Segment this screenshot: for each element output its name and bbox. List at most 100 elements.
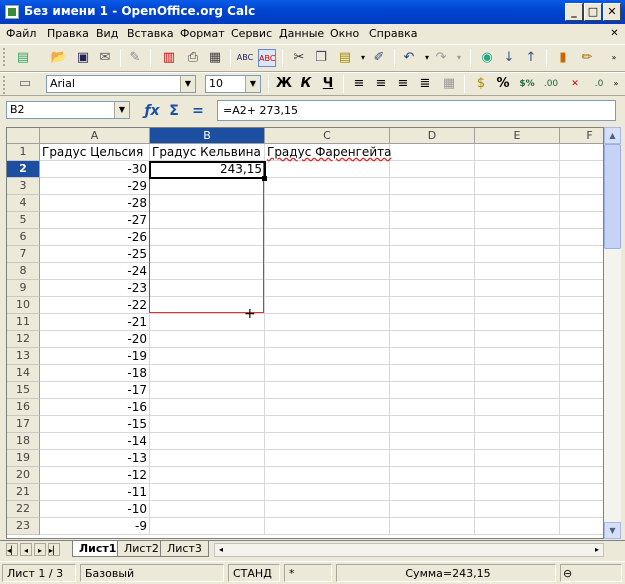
cell[interactable] [390, 382, 475, 399]
cell[interactable] [560, 348, 603, 365]
cell[interactable] [265, 314, 390, 331]
cell[interactable]: -9 [40, 518, 150, 535]
percent-format-icon[interactable]: % [494, 75, 512, 93]
cell[interactable] [390, 314, 475, 331]
vertical-scrollbar[interactable]: ▲ ▼ [604, 127, 621, 539]
align-center-icon[interactable]: ≡ [372, 75, 390, 93]
cell[interactable] [475, 195, 560, 212]
font-size-combo[interactable]: 10 ▼ [205, 75, 261, 93]
row-header[interactable]: 10 [7, 297, 40, 314]
cell[interactable] [265, 161, 390, 178]
cell[interactable] [390, 467, 475, 484]
cell[interactable]: -24 [40, 263, 150, 280]
menu-insert[interactable]: Вставка [127, 27, 174, 40]
save-icon[interactable]: ▣ [74, 49, 92, 67]
new-document-icon[interactable]: ▤ [14, 49, 32, 67]
cell[interactable]: -25 [40, 246, 150, 263]
row-header[interactable]: 6 [7, 229, 40, 246]
toolbar-overflow-icon[interactable]: » [607, 75, 625, 93]
cell[interactable]: -12 [40, 467, 150, 484]
menu-help[interactable]: Справка [369, 27, 417, 40]
cell[interactable]: -27 [40, 212, 150, 229]
row-header[interactable]: 2 [7, 161, 40, 178]
zoom-slider[interactable]: ⊖ [560, 564, 622, 582]
zoom-out-icon[interactable]: ⊖ [563, 565, 572, 582]
cell[interactable] [560, 450, 603, 467]
cell[interactable] [475, 518, 560, 535]
undo-icon[interactable]: ↶ [400, 49, 418, 67]
menu-data[interactable]: Данные [279, 27, 324, 40]
cell[interactable] [265, 501, 390, 518]
close-button[interactable]: ✕ [603, 3, 621, 21]
justify-icon[interactable]: ≣ [416, 75, 434, 93]
cell[interactable]: -19 [40, 348, 150, 365]
cell[interactable] [150, 382, 265, 399]
row-header[interactable]: 17 [7, 416, 40, 433]
cell[interactable] [475, 348, 560, 365]
cell[interactable]: -16 [40, 399, 150, 416]
cell[interactable] [390, 399, 475, 416]
menu-tools[interactable]: Сервис [231, 27, 272, 40]
cell[interactable]: -15 [40, 416, 150, 433]
function-wizard-icon[interactable]: ƒx [142, 101, 162, 121]
cell[interactable] [560, 263, 603, 280]
format-paintbrush-icon[interactable]: ✐ [370, 49, 388, 67]
sheet-tab-3[interactable]: Лист3 [160, 541, 209, 557]
export-pdf-icon[interactable]: ▥ [160, 49, 178, 67]
currency-format-icon[interactable]: $ [472, 75, 490, 93]
sort-descending-icon[interactable]: ↑ [522, 49, 540, 67]
minimize-button[interactable]: _ [565, 3, 583, 21]
row-header[interactable]: 8 [7, 263, 40, 280]
italic-button[interactable]: К [297, 75, 315, 93]
row-header[interactable]: 4 [7, 195, 40, 212]
insert-chart-icon[interactable]: ▮ [554, 49, 572, 67]
cell[interactable] [560, 399, 603, 416]
add-decimal-icon[interactable]: .00 [542, 75, 560, 93]
spreadsheet-grid[interactable]: A B C D E F 1 Градус Цельсия Градус Кельви… [6, 127, 604, 539]
column-header-a[interactable]: A [40, 128, 150, 144]
formula-input[interactable]: =A2+ 273,15 [217, 100, 616, 121]
menu-view[interactable]: Вид [96, 27, 118, 40]
cell[interactable]: -20 [40, 331, 150, 348]
cell[interactable]: -22 [40, 297, 150, 314]
toolbar-overflow-icon[interactable]: » [605, 49, 623, 67]
cell[interactable] [150, 263, 265, 280]
cell[interactable] [475, 450, 560, 467]
cell[interactable] [560, 501, 603, 518]
cell[interactable] [265, 331, 390, 348]
delete-decimal-icon[interactable]: ✕ [566, 75, 584, 93]
row-header[interactable]: 19 [7, 450, 40, 467]
last-sheet-icon[interactable]: ▸▏ [48, 543, 60, 556]
close-document-icon[interactable]: ✕ [608, 28, 621, 41]
redo-dropdown-icon[interactable]: ▾ [450, 49, 468, 67]
cell[interactable] [150, 229, 265, 246]
redo-icon[interactable]: ↷ [432, 49, 450, 67]
row-header[interactable]: 14 [7, 365, 40, 382]
next-sheet-icon[interactable]: ▸ [34, 543, 46, 556]
row-header[interactable]: 12 [7, 331, 40, 348]
autospellcheck-icon[interactable]: ABC [258, 49, 276, 67]
cell[interactable] [475, 399, 560, 416]
name-box[interactable]: B2 ▼ [6, 101, 130, 119]
cell[interactable] [475, 331, 560, 348]
cell[interactable]: -29 [40, 178, 150, 195]
chevron-down-icon[interactable]: ▼ [114, 102, 129, 118]
cell[interactable] [265, 195, 390, 212]
cell[interactable]: -23 [40, 280, 150, 297]
cell[interactable]: Градус Фаренгейта [265, 144, 391, 161]
cell[interactable] [390, 416, 475, 433]
cell[interactable]: -18 [40, 365, 150, 382]
cell[interactable] [390, 484, 475, 501]
cell[interactable] [265, 263, 390, 280]
cell[interactable]: Градус Кельвина [150, 144, 265, 161]
cell[interactable] [390, 348, 475, 365]
cell[interactable] [560, 365, 603, 382]
cell[interactable] [390, 246, 475, 263]
cell[interactable]: -21 [40, 314, 150, 331]
cell[interactable]: -14 [40, 433, 150, 450]
cell[interactable] [475, 314, 560, 331]
cell[interactable]: -30 [40, 161, 150, 178]
cell[interactable] [265, 399, 390, 416]
page-style-status[interactable]: Базовый [80, 564, 224, 582]
cell[interactable] [560, 433, 603, 450]
